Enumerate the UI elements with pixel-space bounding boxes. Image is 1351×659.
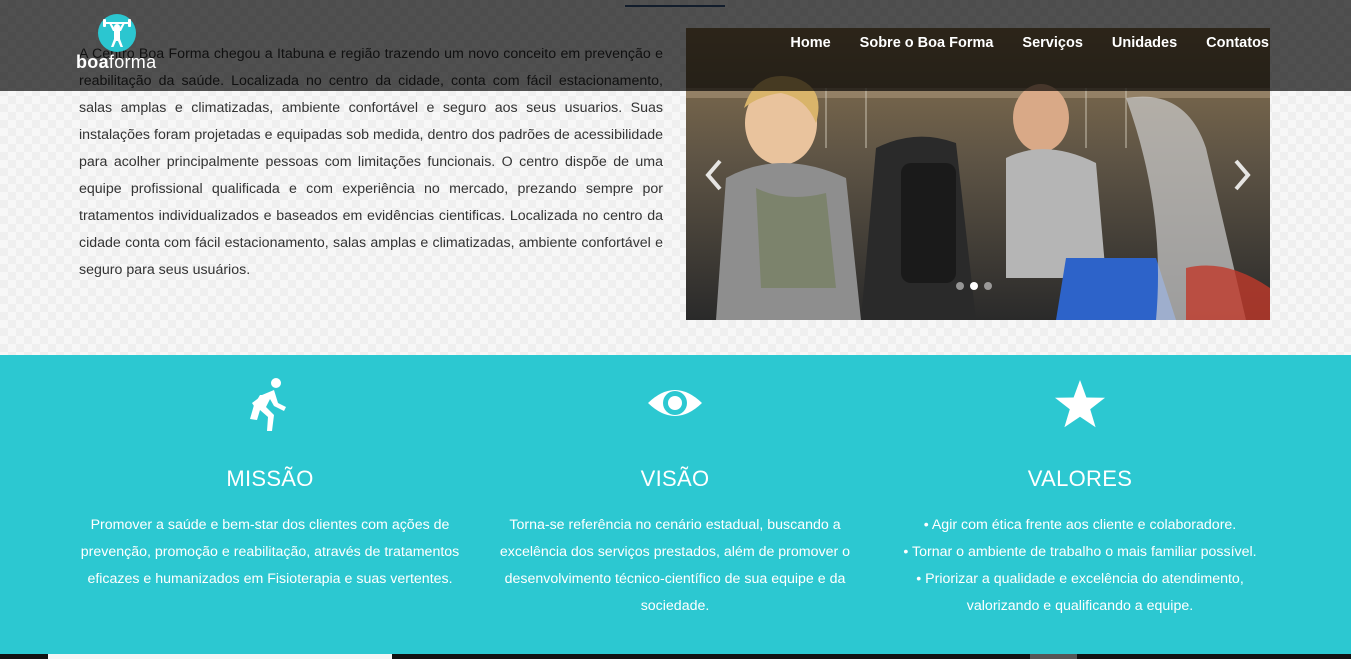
vision-title: VISÃO [640, 466, 710, 491]
values-line: • Priorizar a qualidade e excelência do … [916, 571, 1244, 614]
footer-edge [0, 654, 1351, 659]
carousel-dot-1[interactable] [956, 282, 964, 290]
running-person-icon [248, 377, 292, 438]
top-navbar: boaforma Home Sobre o Boa Forma Serviços… [0, 0, 1351, 91]
carousel-dot-2[interactable] [970, 282, 978, 290]
logo-text: boaforma [76, 52, 157, 72]
footer-edge-panel [48, 654, 392, 659]
eye-icon [646, 383, 704, 428]
nav-item-sobre[interactable]: Sobre o Boa Forma [860, 35, 994, 51]
next-slide-icon[interactable] [1232, 158, 1252, 198]
values-text: • Agir com ética frente aos cliente e co… [885, 512, 1275, 620]
nav-item-servicos[interactable]: Serviços [1022, 35, 1082, 51]
footer-edge-block [1030, 654, 1077, 659]
logo-badge [98, 14, 136, 52]
vision-text: Torna-se referência no cenário estadual,… [499, 517, 851, 614]
values-line: • Agir com ética frente aos cliente e co… [923, 517, 1237, 533]
main-nav: Home Sobre o Boa Forma Serviços Unidades… [790, 35, 1269, 51]
values-line: • Tornar o ambiente de trabalho o mais f… [903, 544, 1257, 560]
star-icon [1054, 379, 1106, 434]
carousel-dot-3[interactable] [984, 282, 992, 290]
mission-text: Promover a saúde e bem-star dos clientes… [80, 517, 460, 587]
nav-item-contatos[interactable]: Contatos [1206, 35, 1269, 51]
values-title: VALORES [1027, 466, 1133, 491]
mission-title: MISSÃO [226, 466, 314, 491]
carousel-indicators [956, 282, 992, 290]
mission-vision-values-section: MISSÃO Promover a saúde e bem-star dos c… [0, 355, 1351, 654]
weightlifter-icon [103, 19, 131, 47]
prev-slide-icon[interactable] [704, 158, 724, 198]
nav-item-unidades[interactable]: Unidades [1112, 35, 1177, 51]
nav-item-home[interactable]: Home [790, 35, 830, 51]
logo[interactable]: boaforma [76, 12, 166, 74]
